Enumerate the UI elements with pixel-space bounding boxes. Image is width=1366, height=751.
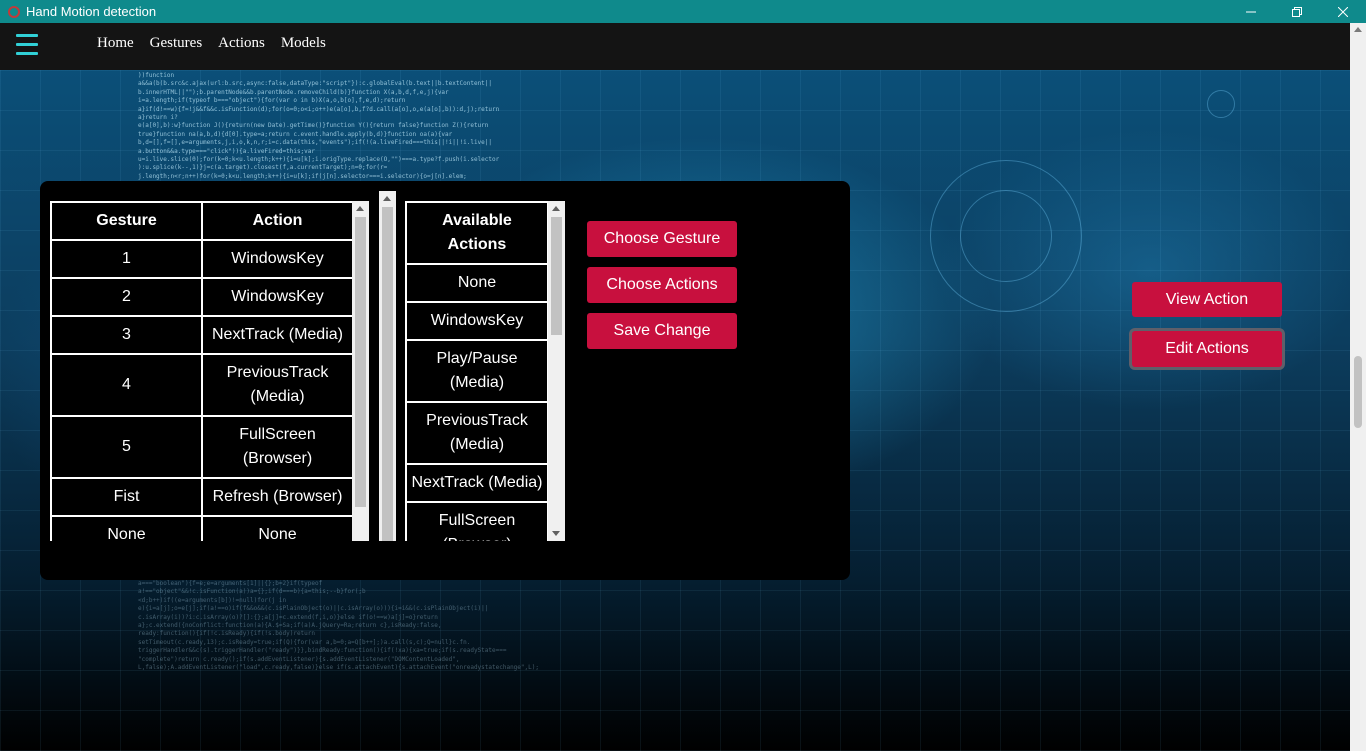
- available-action-cell[interactable]: PreviousTrack (Media): [405, 401, 549, 465]
- hamburger-icon[interactable]: [16, 34, 38, 56]
- gesture-cell[interactable]: 5: [50, 415, 203, 479]
- window-controls: [1228, 0, 1366, 23]
- window-scrollbar[interactable]: [1350, 23, 1366, 751]
- table-row[interactable]: 2 WindowsKey: [50, 277, 354, 317]
- header-available-actions: Available Actions: [405, 201, 549, 265]
- view-action-button[interactable]: View Action: [1132, 282, 1282, 317]
- gesture-table-container: Gesture Action 1 WindowsKey 2 WindowsKey…: [50, 201, 370, 541]
- gesture-cell[interactable]: 1: [50, 239, 203, 279]
- gesture-cell[interactable]: 4: [50, 353, 203, 417]
- available-action-cell[interactable]: FullScreen (Browser): [405, 501, 549, 541]
- nav-models[interactable]: Models: [281, 35, 326, 52]
- scroll-up-icon[interactable]: [1354, 27, 1362, 32]
- list-item[interactable]: FullScreen (Browser): [405, 501, 549, 541]
- choose-gesture-button[interactable]: Choose Gesture: [587, 221, 737, 257]
- available-actions-scrollbar[interactable]: [548, 201, 565, 541]
- restore-icon[interactable]: [1274, 0, 1320, 23]
- action-cell[interactable]: WindowsKey: [201, 277, 354, 317]
- scroll-up-icon[interactable]: [383, 196, 391, 201]
- nav-home[interactable]: Home: [97, 35, 134, 52]
- gesture-mapping-panel: Gesture Action 1 WindowsKey 2 WindowsKey…: [40, 181, 850, 580]
- background-code-art-lower: a==="boolean"){f=e;e=arguments[1]||{};b=…: [138, 580, 539, 672]
- gesture-cell[interactable]: None: [50, 515, 203, 541]
- table-row[interactable]: 3 NextTrack (Media): [50, 315, 354, 355]
- action-cell[interactable]: WindowsKey: [201, 239, 354, 279]
- list-item[interactable]: NextTrack (Media): [405, 463, 549, 503]
- minimize-icon[interactable]: [1228, 0, 1274, 23]
- available-actions-table: Available Actions None WindowsKey Play/P…: [405, 201, 549, 541]
- scroll-up-icon[interactable]: [356, 206, 364, 211]
- nav-actions[interactable]: Actions: [218, 35, 265, 52]
- close-icon[interactable]: [1320, 0, 1366, 23]
- nav-links: Home Gestures Actions Models: [97, 35, 342, 52]
- action-cell[interactable]: Refresh (Browser): [201, 477, 354, 517]
- list-item[interactable]: PreviousTrack (Media): [405, 401, 549, 465]
- available-action-cell[interactable]: NextTrack (Media): [405, 463, 549, 503]
- scroll-down-icon[interactable]: [552, 531, 560, 536]
- gesture-table: Gesture Action 1 WindowsKey 2 WindowsKey…: [50, 201, 354, 541]
- table-row[interactable]: 4 PreviousTrack (Media): [50, 353, 354, 417]
- save-change-button[interactable]: Save Change: [587, 313, 737, 349]
- gesture-table-scrollbar[interactable]: [352, 201, 369, 541]
- list-item[interactable]: None: [405, 263, 549, 303]
- window-title: Hand Motion detection: [26, 4, 157, 19]
- action-cell[interactable]: NextTrack (Media): [201, 315, 354, 355]
- app-icon: [8, 5, 20, 18]
- window-titlebar: Hand Motion detection: [0, 0, 1366, 23]
- list-item[interactable]: Play/Pause (Media): [405, 339, 549, 403]
- edit-actions-button[interactable]: Edit Actions: [1132, 331, 1282, 367]
- available-action-cell[interactable]: Play/Pause (Media): [405, 339, 549, 403]
- available-actions-container: Available Actions None WindowsKey Play/P…: [405, 201, 549, 541]
- nav-gestures[interactable]: Gestures: [150, 35, 203, 52]
- table-row[interactable]: 5 FullScreen (Browser): [50, 415, 354, 479]
- action-cell[interactable]: None: [201, 515, 354, 541]
- available-action-cell[interactable]: None: [405, 263, 549, 303]
- gesture-panel-scrollbar[interactable]: [379, 191, 396, 541]
- available-action-cell[interactable]: WindowsKey: [405, 301, 549, 341]
- table-row[interactable]: None None: [50, 515, 354, 541]
- gesture-cell[interactable]: Fist: [50, 477, 203, 517]
- list-item[interactable]: WindowsKey: [405, 301, 549, 341]
- navbar: Home Gestures Actions Models: [0, 23, 1350, 70]
- background-code-art: ))function a&&a(b(b.src&c.ajax(url:b.src…: [138, 72, 500, 180]
- table-row[interactable]: 1 WindowsKey: [50, 239, 354, 279]
- table-row[interactable]: Fist Refresh (Browser): [50, 477, 354, 517]
- header-gesture: Gesture: [50, 201, 203, 241]
- scroll-up-icon[interactable]: [552, 206, 560, 211]
- action-cell[interactable]: PreviousTrack (Media): [201, 353, 354, 417]
- header-action: Action: [201, 201, 354, 241]
- gesture-cell[interactable]: 3: [50, 315, 203, 355]
- gesture-cell[interactable]: 2: [50, 277, 203, 317]
- choose-actions-button[interactable]: Choose Actions: [587, 267, 737, 303]
- action-cell[interactable]: FullScreen (Browser): [201, 415, 354, 479]
